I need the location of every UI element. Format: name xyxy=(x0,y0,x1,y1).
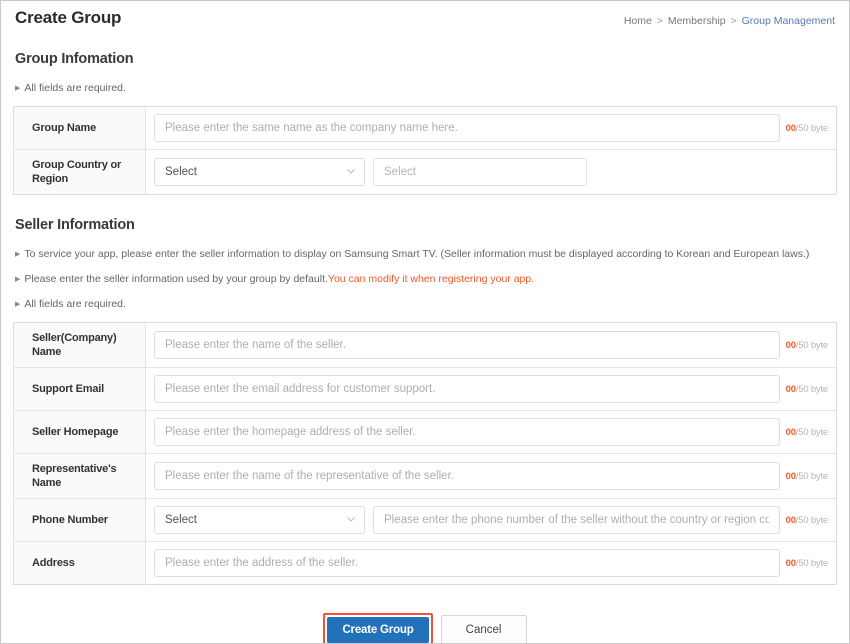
byte-counter-max: /50 byte xyxy=(796,340,828,351)
breadcrumb-item-membership[interactable]: Membership xyxy=(668,15,726,27)
table-row-group-country-region: Group Country or Region Select Select xyxy=(14,150,837,195)
cell-address: 00/50 byte xyxy=(146,542,837,585)
note-all-fields-required: ▶ All fields are required. xyxy=(15,297,837,313)
support-email-input[interactable] xyxy=(154,375,780,403)
byte-counter: 00/50 byte xyxy=(786,384,828,395)
byte-counter: 00/50 byte xyxy=(786,515,828,526)
page-header: Create Group Home > Membership > Group M… xyxy=(13,1,837,29)
seller-homepage-input[interactable] xyxy=(154,418,780,446)
group-information-table: Group Name 00/50 byte Group Country or R… xyxy=(13,106,837,195)
breadcrumb: Home > Membership > Group Management xyxy=(624,7,835,27)
note-text: All fields are required. xyxy=(24,81,126,96)
group-name-input[interactable] xyxy=(154,114,780,142)
byte-counter-current: 00 xyxy=(786,427,796,438)
note-text: All fields are required. xyxy=(24,297,126,312)
section-title-seller-information: Seller Information xyxy=(15,217,837,233)
table-row-support-email: Support Email 00/50 byte xyxy=(14,368,837,411)
seller-section-notes: ▶ To service your app, please enter the … xyxy=(15,247,837,313)
breadcrumb-separator: > xyxy=(731,15,737,27)
label-group-country-or-region: Group Country or Region xyxy=(14,150,146,195)
byte-counter: 00/50 byte xyxy=(786,340,828,351)
byte-counter-current: 00 xyxy=(786,558,796,569)
cell-group-name: 00/50 byte xyxy=(146,107,837,150)
byte-counter: 00/50 byte xyxy=(786,471,828,482)
group-section-notes: ▶ All fields are required. xyxy=(15,81,837,97)
byte-counter-max: /50 byte xyxy=(796,471,828,482)
cell-group-country-region: Select Select xyxy=(146,150,837,195)
byte-counter: 00/50 byte xyxy=(786,123,828,134)
section-title-group-information: Group Infomation xyxy=(15,51,837,67)
label-seller-company-name: Seller(Company) Name xyxy=(14,323,146,368)
table-row-seller-company-name: Seller(Company) Name 00/50 byte xyxy=(14,323,837,368)
note-text: Please enter the seller information used… xyxy=(24,272,328,287)
table-row-group-name: Group Name 00/50 byte xyxy=(14,107,837,150)
label-seller-homepage: Seller Homepage xyxy=(14,411,146,454)
group-country-select-value: Select xyxy=(165,166,197,178)
create-group-button[interactable]: Create Group xyxy=(327,617,428,643)
seller-company-name-input[interactable] xyxy=(154,331,780,359)
table-row-seller-homepage: Seller Homepage 00/50 byte xyxy=(14,411,837,454)
note-emphasis-text: You can modify it when registering your … xyxy=(328,272,534,287)
breadcrumb-item-group-management[interactable]: Group Management xyxy=(742,15,835,27)
byte-counter-current: 00 xyxy=(786,384,796,395)
byte-counter: 00/50 byte xyxy=(786,558,828,569)
byte-counter-max: /50 byte xyxy=(796,384,828,395)
phone-number-input[interactable] xyxy=(373,506,780,534)
bullet-icon: ▶ xyxy=(15,272,20,287)
page-title: Create Group xyxy=(15,7,121,29)
group-country-select[interactable]: Select xyxy=(154,158,365,186)
cancel-button[interactable]: Cancel xyxy=(441,615,527,644)
byte-counter-current: 00 xyxy=(786,123,796,134)
breadcrumb-item-home[interactable]: Home xyxy=(624,15,652,27)
table-row-phone-number: Phone Number Select 00/50 byte xyxy=(14,499,837,542)
seller-information-table: Seller(Company) Name 00/50 byte Support … xyxy=(13,322,837,585)
byte-counter-max: /50 byte xyxy=(796,515,828,526)
label-representatives-name: Representative's Name xyxy=(14,454,146,499)
note-all-fields-required: ▶ All fields are required. xyxy=(15,81,837,97)
label-group-name: Group Name xyxy=(14,107,146,150)
byte-counter-current: 00 xyxy=(786,515,796,526)
bullet-icon: ▶ xyxy=(15,247,20,262)
byte-counter-max: /50 byte xyxy=(796,427,828,438)
label-support-email: Support Email xyxy=(14,368,146,411)
table-row-address: Address 00/50 byte xyxy=(14,542,837,585)
breadcrumb-separator: > xyxy=(657,15,663,27)
chevron-down-icon xyxy=(347,517,355,522)
note-service-your-app: ▶ To service your app, please enter the … xyxy=(15,247,837,263)
note-seller-info-default: ▶ Please enter the seller information us… xyxy=(15,272,837,288)
byte-counter-max: /50 byte xyxy=(796,558,828,569)
cell-phone-number: Select 00/50 byte xyxy=(146,499,837,542)
cell-seller-homepage: 00/50 byte xyxy=(146,411,837,454)
byte-counter: 00/50 byte xyxy=(786,427,828,438)
group-region-select[interactable]: Select xyxy=(373,158,587,186)
form-action-bar: Create Group Cancel xyxy=(13,613,837,644)
label-address: Address xyxy=(14,542,146,585)
note-text: To service your app, please enter the se… xyxy=(24,247,809,262)
label-phone-number: Phone Number xyxy=(14,499,146,542)
chevron-down-icon xyxy=(347,169,355,174)
table-row-representatives-name: Representative's Name 00/50 byte xyxy=(14,454,837,499)
page-container: Create Group Home > Membership > Group M… xyxy=(0,0,850,644)
cell-support-email: 00/50 byte xyxy=(146,368,837,411)
byte-counter-current: 00 xyxy=(786,340,796,351)
phone-country-code-select[interactable]: Select xyxy=(154,506,365,534)
byte-counter-max: /50 byte xyxy=(796,123,828,134)
cell-representatives-name: 00/50 byte xyxy=(146,454,837,499)
bullet-icon: ▶ xyxy=(15,297,20,312)
create-group-highlight-box: Create Group xyxy=(323,613,432,644)
cell-seller-company-name: 00/50 byte xyxy=(146,323,837,368)
byte-counter-current: 00 xyxy=(786,471,796,482)
address-input[interactable] xyxy=(154,549,780,577)
phone-country-code-value: Select xyxy=(165,514,197,526)
group-region-select-value: Select xyxy=(384,166,416,178)
representatives-name-input[interactable] xyxy=(154,462,780,490)
bullet-icon: ▶ xyxy=(15,81,20,96)
